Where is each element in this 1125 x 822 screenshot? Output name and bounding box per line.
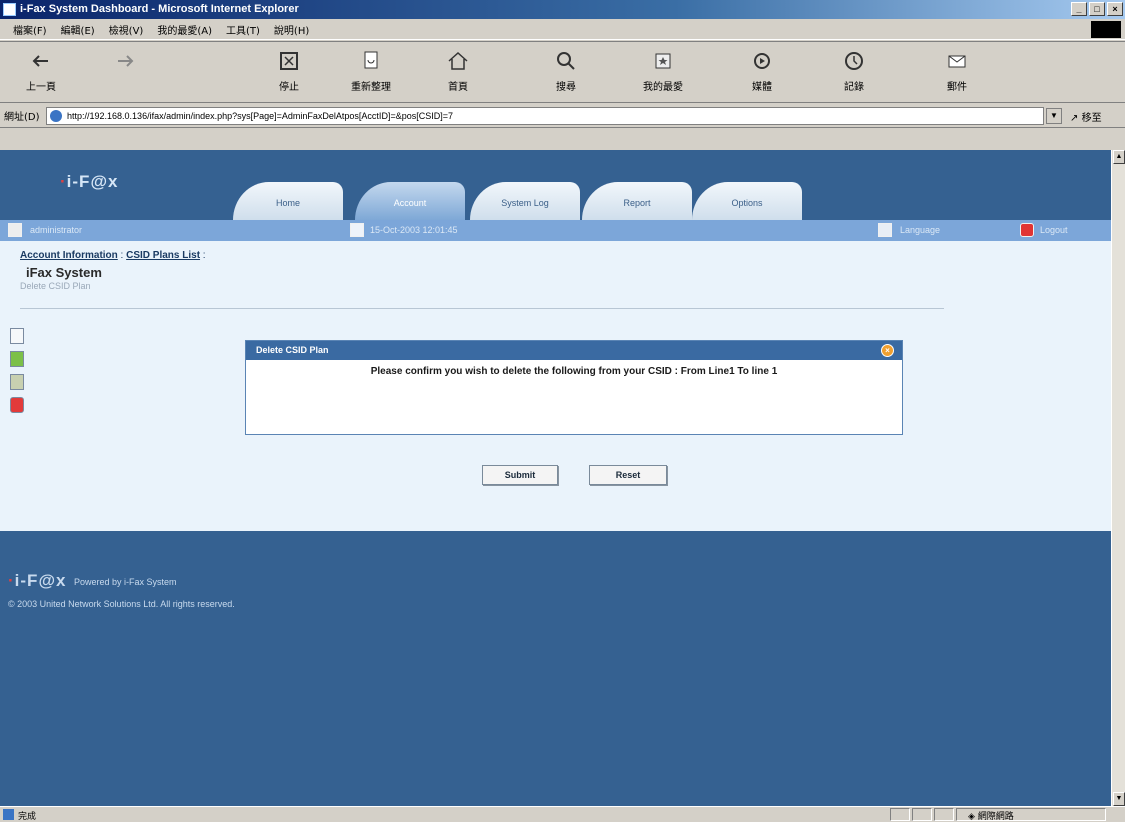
tab-system-log[interactable]: System Log (470, 182, 580, 220)
back-button[interactable]: 上一頁 (6, 48, 76, 93)
footer-copyright: © 2003 United Network Solutions Ltd. All… (8, 599, 235, 609)
ie-app-icon (3, 3, 16, 16)
go-label: 移至 (1081, 113, 1102, 124)
footer-powered-by: Powered by i-Fax System (74, 577, 177, 587)
status-bar: 完成 ◈ 網際網路 (0, 806, 1125, 822)
back-icon (32, 55, 48, 67)
dialog-header: Delete CSID Plan × (246, 341, 902, 360)
datetime: 15-Oct-2003 12:01:45 (370, 225, 458, 235)
breadcrumb-csid-plans-list[interactable]: CSID Plans List (126, 250, 200, 261)
reset-button[interactable]: Reset (589, 465, 667, 485)
breadcrumb: Account Information : CSID Plans List : (20, 250, 206, 261)
minimize-button[interactable]: _ (1071, 2, 1087, 16)
forward-icon (118, 55, 134, 67)
menu-edit[interactable]: 編輯(E) (54, 22, 102, 37)
status-pane (912, 808, 932, 821)
page-status-icon (3, 809, 14, 820)
browser-toolbar: 上一頁 停止 重新整理 首頁 搜尋 我的最愛 媒體 記錄 郵件 (0, 41, 1125, 103)
tab-options[interactable]: Options (692, 182, 802, 220)
windows-logo-icon (1091, 21, 1121, 38)
history-button[interactable]: 記錄 (819, 48, 889, 93)
new-document-icon[interactable] (10, 328, 24, 344)
favorites-button[interactable]: 我的最愛 (628, 48, 698, 93)
user-bar: administrator 15-Oct-2003 12:01:45 Langu… (0, 220, 1111, 241)
language-link[interactable]: Language (900, 225, 940, 235)
status-text: 完成 (18, 812, 37, 822)
menu-help[interactable]: 說明(H) (267, 22, 316, 37)
mail-button[interactable]: 郵件 (922, 48, 992, 93)
breadcrumb-separator: : (117, 250, 127, 261)
page-subtitle: Delete CSID Plan (20, 281, 91, 291)
app-footer: ·i-F@x Powered by i-Fax System © 2003 Un… (0, 531, 1111, 806)
document-icon[interactable] (10, 374, 24, 390)
app-header: ·i-F@x Home Account System Log Report Op… (0, 150, 1111, 220)
ifax-logo: ·i-F@x (60, 172, 119, 191)
refresh-button[interactable]: 重新整理 (336, 48, 406, 93)
breadcrumb-tail: : (200, 250, 206, 261)
side-toolbar (10, 328, 26, 420)
search-icon (557, 52, 575, 70)
search-button[interactable]: 搜尋 (531, 48, 601, 93)
menu-file[interactable]: 檔案(F) (6, 22, 54, 37)
address-dropdown-button[interactable]: ▼ (1046, 108, 1062, 124)
dialog-close-icon[interactable]: × (881, 344, 894, 357)
media-icon (754, 53, 770, 69)
media-button[interactable]: 媒體 (727, 48, 797, 93)
page-viewport: ·i-F@x Home Account System Log Report Op… (0, 150, 1111, 806)
breadcrumb-account-information[interactable]: Account Information (20, 250, 118, 261)
dialog-message: Please confirm you wish to delete the fo… (370, 366, 778, 377)
go-arrow-icon: ↗ (1070, 113, 1079, 124)
address-bar: 網址(D) http://192.168.0.136/ifax/admin/in… (0, 104, 1125, 128)
globe-icon: ◈ (968, 812, 978, 822)
address-url: http://192.168.0.136/ifax/admin/index.ph… (67, 111, 453, 121)
divider (20, 308, 944, 309)
language-icon[interactable] (878, 223, 892, 237)
stop-button[interactable]: 停止 (254, 48, 324, 93)
stop-icon (280, 52, 298, 70)
menu-tools[interactable]: 工具(T) (219, 22, 267, 37)
scroll-down-arrow-icon[interactable]: ▼ (1113, 792, 1125, 806)
favorites-icon (655, 53, 671, 69)
home-button[interactable]: 首頁 (423, 48, 493, 93)
user-name: administrator (30, 225, 83, 235)
page-icon (50, 110, 62, 122)
delete-csid-dialog: Delete CSID Plan × Please confirm you wi… (245, 340, 903, 435)
home-icon (448, 51, 468, 70)
history-icon (845, 52, 863, 70)
menu-view[interactable]: 檢視(V) (102, 22, 151, 37)
submit-button[interactable]: Submit (482, 465, 558, 485)
close-button[interactable]: × (1107, 2, 1123, 16)
window-controls: _ □ × (1071, 2, 1123, 16)
dialog-title: Delete CSID Plan (256, 345, 329, 355)
vertical-scrollbar[interactable]: ▲ ▼ (1111, 150, 1125, 806)
go-button[interactable]: ↗ 移至 (1070, 109, 1102, 124)
maximize-button[interactable]: □ (1089, 2, 1105, 16)
logout-icon[interactable] (1020, 223, 1034, 237)
user-icon (8, 223, 22, 237)
footer-logo: ·i-F@x (8, 571, 67, 590)
status-pane (934, 808, 954, 821)
tab-account[interactable]: Account (355, 182, 465, 220)
address-label: 網址(D) (4, 112, 40, 123)
mail-icon (948, 55, 966, 68)
window-title: i-Fax System Dashboard - Microsoft Inter… (20, 3, 299, 15)
tab-home[interactable]: Home (233, 182, 343, 220)
menu-bar: 檔案(F) 編輯(E) 檢視(V) 我的最愛(A) 工具(T) 說明(H) (0, 19, 1125, 40)
address-input[interactable]: http://192.168.0.136/ifax/admin/index.ph… (46, 107, 1044, 125)
stop-icon[interactable] (10, 397, 24, 413)
scroll-up-arrow-icon[interactable]: ▲ (1113, 150, 1125, 164)
tab-report[interactable]: Report (582, 182, 692, 220)
calendar-icon (350, 223, 364, 237)
refresh-icon (364, 51, 378, 69)
edit-icon[interactable] (10, 351, 24, 367)
menu-favorites[interactable]: 我的最愛(A) (150, 22, 219, 37)
forward-button[interactable] (90, 48, 160, 78)
logout-link[interactable]: Logout (1040, 225, 1068, 235)
status-pane (890, 808, 910, 821)
page-title: iFax System (26, 265, 102, 280)
window-titlebar: i-Fax System Dashboard - Microsoft Inter… (0, 0, 1125, 19)
internet-zone: ◈ 網際網路 (968, 812, 1014, 822)
